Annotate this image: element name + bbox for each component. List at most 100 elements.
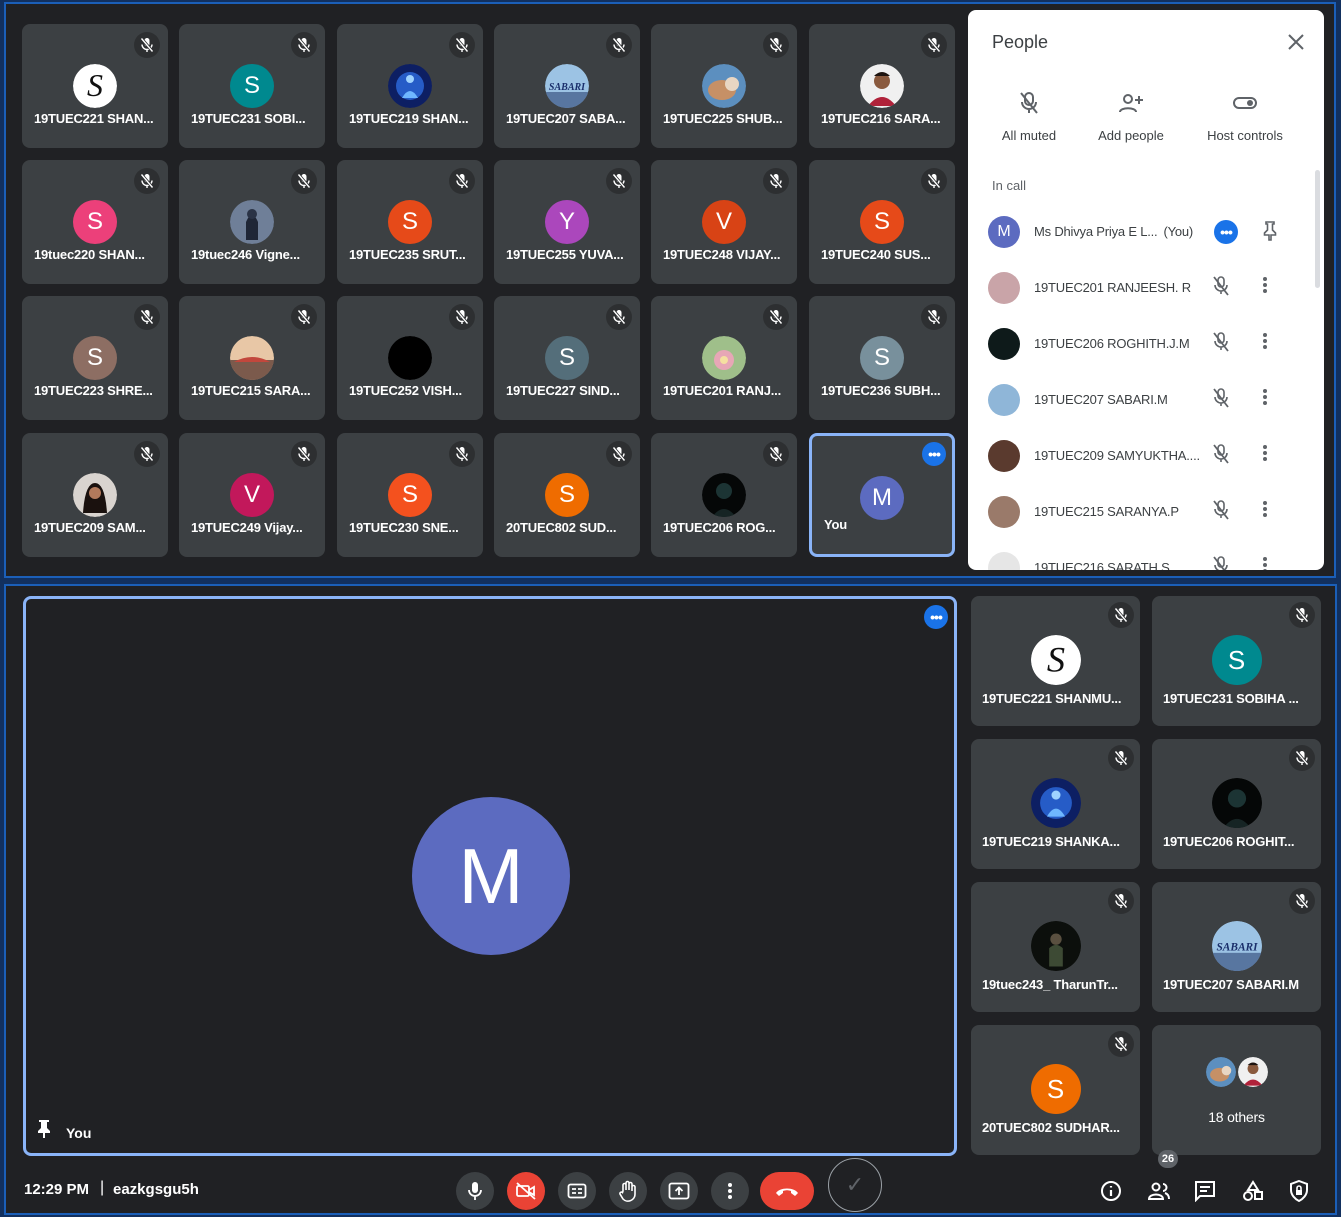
mic-off-icon bbox=[449, 32, 475, 58]
participant-tile[interactable]: S 19TUEC227 SIND... bbox=[494, 296, 640, 420]
mic-off-icon[interactable] bbox=[1212, 332, 1230, 357]
activities-button[interactable] bbox=[1240, 1178, 1266, 1204]
participant-name: You bbox=[824, 517, 847, 532]
pin-icon[interactable] bbox=[36, 1118, 52, 1143]
participant-name: 19tuec243_ TharunTr... bbox=[982, 977, 1118, 992]
participant-tile[interactable]: 19tuec246 Vigne... bbox=[179, 160, 325, 284]
mic-off-icon[interactable] bbox=[1212, 500, 1230, 525]
participant-tile[interactable]: SABARI 19TUEC207 SABA... bbox=[494, 24, 640, 148]
more-options-icon[interactable]: ••• bbox=[922, 442, 946, 466]
check-circle-button[interactable]: ✓ bbox=[828, 1158, 882, 1212]
participant-tile[interactable]: 19TUEC206 ROGHIT... bbox=[1152, 739, 1321, 869]
mic-off-icon bbox=[763, 32, 789, 58]
participant-tile[interactable]: S 19TUEC221 SHANMU... bbox=[971, 596, 1140, 726]
participant-tile[interactable]: S 19TUEC231 SOBI... bbox=[179, 24, 325, 148]
more-vert-icon[interactable] bbox=[1262, 388, 1268, 411]
meeting-details-button[interactable] bbox=[1098, 1178, 1124, 1204]
more-vert-icon[interactable] bbox=[1262, 444, 1268, 467]
captions-icon bbox=[567, 1183, 587, 1199]
captions-button[interactable] bbox=[558, 1172, 596, 1210]
mic-off-icon bbox=[1289, 745, 1315, 771]
participant-name-text: 19TUEC207 SABARI.M bbox=[1034, 392, 1168, 407]
avatar: S bbox=[388, 473, 432, 517]
close-icon[interactable] bbox=[1282, 28, 1310, 56]
participant-tile[interactable]: 19TUEC225 SHUB... bbox=[651, 24, 797, 148]
participant-tile[interactable]: S 19TUEC236 SUBH... bbox=[809, 296, 955, 420]
participant-row[interactable]: 19TUEC201 RANJEESH. R bbox=[968, 260, 1324, 316]
more-vert-icon[interactable] bbox=[1262, 500, 1268, 523]
participant-tile[interactable]: 19TUEC215 SARA... bbox=[179, 296, 325, 420]
host-controls-button[interactable]: Host controls bbox=[1190, 88, 1300, 143]
more-vert-icon[interactable] bbox=[1262, 276, 1268, 299]
mic-off-icon[interactable] bbox=[1212, 388, 1230, 413]
participant-row[interactable]: 19TUEC209 SAMYUKTHA.... bbox=[968, 428, 1324, 484]
mic-off-icon[interactable] bbox=[1212, 444, 1230, 469]
microphone-button[interactable] bbox=[456, 1172, 494, 1210]
participant-tile[interactable]: S 19TUEC240 SUS... bbox=[809, 160, 955, 284]
participant-tile[interactable]: V 19TUEC249 Vijay... bbox=[179, 433, 325, 557]
participant-tile[interactable]: 19TUEC206 ROG... bbox=[651, 433, 797, 557]
participant-tile[interactable]: 19TUEC219 SHANKA... bbox=[971, 739, 1140, 869]
camera-button[interactable] bbox=[507, 1172, 545, 1210]
participant-tile[interactable]: 19TUEC252 VISH... bbox=[337, 296, 483, 420]
mic-off-icon bbox=[449, 168, 475, 194]
more-options-button[interactable] bbox=[711, 1172, 749, 1210]
participant-name-text: 19TUEC209 SAMYUKTHA.... bbox=[1034, 448, 1200, 463]
avatar bbox=[988, 552, 1020, 570]
participant-row[interactable]: 19TUEC215 SARANYA.P bbox=[968, 484, 1324, 540]
leave-call-button[interactable] bbox=[760, 1172, 814, 1210]
pin-icon[interactable] bbox=[1262, 220, 1278, 247]
others-tile[interactable]: 18 others bbox=[1152, 1025, 1321, 1155]
main-participant-tile[interactable]: ••• M You bbox=[23, 596, 957, 1156]
mic-off-icon bbox=[606, 441, 632, 467]
participant-tile[interactable]: 19TUEC219 SHAN... bbox=[337, 24, 483, 148]
add-people-label: Add people bbox=[1098, 128, 1164, 143]
participant-tile[interactable]: S 19TUEC231 SOBIHA ... bbox=[1152, 596, 1321, 726]
more-vert-icon[interactable] bbox=[1262, 556, 1268, 570]
chat-button[interactable] bbox=[1192, 1178, 1218, 1204]
participant-tile[interactable]: SABARI 19TUEC207 SABARI.M bbox=[1152, 882, 1321, 1012]
avatar bbox=[388, 336, 432, 380]
mic-off-icon[interactable] bbox=[1212, 276, 1230, 301]
participant-tile[interactable]: S 20TUEC802 SUD... bbox=[494, 433, 640, 557]
participant-tile[interactable]: S 19TUEC223 SHRE... bbox=[22, 296, 168, 420]
participant-name: 19TUEC227 SIND... bbox=[506, 383, 620, 398]
more-options-icon[interactable]: ••• bbox=[1214, 220, 1238, 244]
participant-name: 19TUEC206 ROGHIT... bbox=[1163, 834, 1295, 849]
participant-tile[interactable]: Y 19TUEC255 YUVA... bbox=[494, 160, 640, 284]
more-vert-icon[interactable] bbox=[1262, 332, 1268, 355]
hand-icon bbox=[619, 1180, 636, 1202]
participant-tile[interactable]: S 19TUEC221 SHAN... bbox=[22, 24, 168, 148]
participant-row[interactable]: M Ms Dhivya Priya E L... (You) ••• bbox=[968, 204, 1324, 260]
participant-tile[interactable]: S 19tuec220 SHAN... bbox=[22, 160, 168, 284]
present-button[interactable] bbox=[660, 1172, 698, 1210]
participant-tile[interactable]: S 19TUEC230 SNE... bbox=[337, 433, 483, 557]
all-muted-button[interactable]: All muted bbox=[974, 88, 1084, 143]
participant-name: 19TUEC216 SARATH S bbox=[1034, 560, 1200, 570]
participant-tile[interactable]: 19TUEC216 SARA... bbox=[809, 24, 955, 148]
add-people-button[interactable]: Add people bbox=[1076, 88, 1186, 143]
participant-tile[interactable]: ••• M You bbox=[809, 433, 955, 557]
participant-tile[interactable]: S 19TUEC235 SRUT... bbox=[337, 160, 483, 284]
participant-tile[interactable]: 19TUEC209 SAM... bbox=[22, 433, 168, 557]
participant-row[interactable]: 19TUEC206 ROGHITH.J.M bbox=[968, 316, 1324, 372]
participant-tile[interactable]: V 19TUEC248 VIJAY... bbox=[651, 160, 797, 284]
call-controls-bar: 12:29 PM | eazkgsgu5h ✓ 26 bbox=[6, 1150, 1335, 1213]
participant-name-text: 19TUEC216 SARATH S bbox=[1034, 560, 1170, 570]
in-call-section-label: In call bbox=[992, 178, 1026, 193]
participant-row[interactable]: 19TUEC216 SARATH S bbox=[968, 540, 1324, 570]
mic-off-icon[interactable] bbox=[1212, 556, 1230, 570]
avatar bbox=[988, 440, 1020, 472]
participant-tile[interactable]: 19TUEC201 RANJ... bbox=[651, 296, 797, 420]
mic-off-icon bbox=[921, 168, 947, 194]
panel-scrollbar[interactable] bbox=[1315, 170, 1320, 288]
host-controls-bar-button[interactable] bbox=[1286, 1178, 1312, 1204]
people-button[interactable] bbox=[1146, 1178, 1172, 1204]
mic-off-icon bbox=[606, 32, 632, 58]
avatar: M bbox=[860, 476, 904, 520]
participant-tile[interactable]: S 20TUEC802 SUDHAR... bbox=[971, 1025, 1140, 1155]
more-options-icon[interactable]: ••• bbox=[924, 605, 948, 629]
raise-hand-button[interactable] bbox=[609, 1172, 647, 1210]
participant-row[interactable]: 19TUEC207 SABARI.M bbox=[968, 372, 1324, 428]
participant-tile[interactable]: 19tuec243_ TharunTr... bbox=[971, 882, 1140, 1012]
